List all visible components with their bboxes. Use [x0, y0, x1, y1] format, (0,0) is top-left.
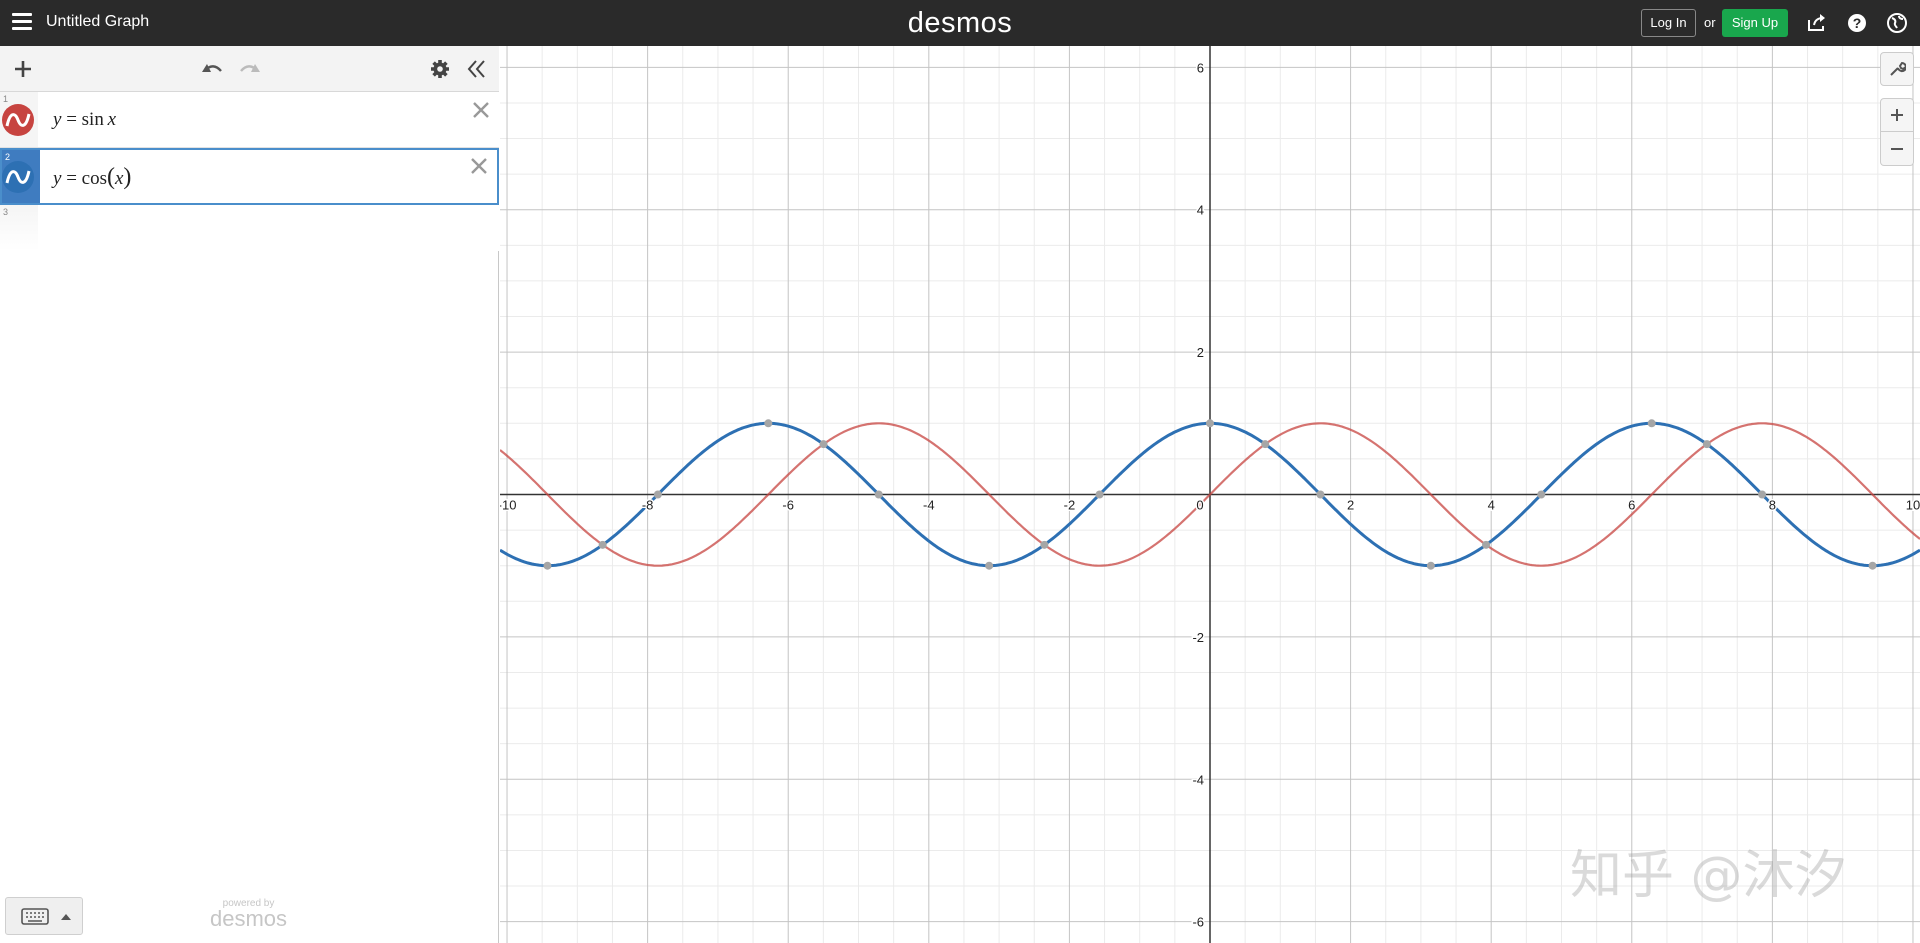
top-bar: Untitled Graph desmos Log In or Sign Up …: [0, 0, 1920, 46]
poi-point: [985, 561, 994, 570]
y-tick-label: -6: [1192, 915, 1204, 930]
keypad-toggle-button[interactable]: [5, 897, 83, 935]
expression-gutter: 1: [0, 92, 38, 147]
expression-formula[interactable]: y = sin x: [53, 109, 116, 131]
expression-panel: 1 y = sin x 2 y = cos(x) 3 powered by de…: [0, 46, 499, 943]
expression-index: 3: [3, 207, 9, 217]
poi-point: [1316, 490, 1325, 499]
expression-gutter: 2: [2, 150, 40, 203]
poi-point: [1758, 490, 1767, 499]
formula-func: sin: [81, 109, 104, 130]
powered-by-logo: desmos: [210, 906, 288, 931]
formula-func: cos: [81, 168, 107, 189]
expression-formula[interactable]: y = cos(x): [53, 164, 131, 191]
signup-button[interactable]: Sign Up: [1722, 9, 1788, 37]
or-label: or: [1704, 15, 1716, 30]
poi-point: [1095, 490, 1104, 499]
login-button[interactable]: Log In: [1641, 9, 1696, 37]
x-tick-label: -4: [923, 498, 935, 513]
powered-by-desmos[interactable]: powered by desmos: [210, 898, 288, 931]
y-tick-label: -4: [1192, 772, 1204, 787]
formula-equals: =: [61, 109, 82, 130]
x-tick-label: 2: [1347, 498, 1354, 513]
graph-title[interactable]: Untitled Graph: [46, 13, 149, 31]
y-tick-label: 2: [1197, 345, 1204, 360]
wave-icon[interactable]: [2, 104, 34, 136]
globe-icon[interactable]: [1886, 12, 1908, 34]
poi-point: [1040, 540, 1049, 549]
help-icon[interactable]: ?: [1846, 12, 1868, 34]
delete-expression-icon[interactable]: [471, 100, 491, 120]
expression-toolbar: [0, 46, 499, 92]
share-icon[interactable]: [1806, 12, 1828, 34]
zoom-in-button[interactable]: [1880, 98, 1914, 132]
poi-point: [598, 540, 607, 549]
plus-icon[interactable]: [12, 58, 34, 80]
expression-gutter: 3: [0, 205, 38, 251]
y-tick-label: -2: [1192, 630, 1204, 645]
x-tick-label: 10: [1906, 498, 1920, 513]
delete-expression-icon[interactable]: [469, 156, 489, 176]
poi-point: [764, 419, 773, 428]
desmos-logo: desmos: [907, 7, 1013, 39]
hamburger-menu-icon[interactable]: [12, 13, 32, 31]
formula-equals: =: [61, 168, 82, 189]
poi-point: [819, 440, 828, 449]
zoom-out-button[interactable]: [1880, 132, 1914, 166]
graph-canvas[interactable]: -10 -8 -6 -4 -2 0 2 4 6 8 10 6 4 2 -2 -4 -6: [500, 46, 1920, 943]
x-tick-label: -8: [642, 498, 654, 513]
collapse-panel-icon[interactable]: [466, 58, 488, 80]
poi-point: [1537, 490, 1546, 499]
poi-point: [1426, 561, 1435, 570]
poi-point: [1868, 561, 1877, 570]
wave-icon[interactable]: [2, 161, 34, 193]
formula-arg: x: [107, 109, 117, 130]
x-tick-label: 8: [1769, 498, 1776, 513]
keyboard-icon: [21, 908, 71, 925]
x-tick-label: -10: [500, 498, 516, 513]
expression-row-1[interactable]: 1 y = sin x: [0, 92, 499, 148]
expression-row-2[interactable]: 2 y = cos(x): [0, 148, 499, 205]
wrench-icon[interactable]: [1880, 52, 1914, 86]
poi-point: [1702, 440, 1711, 449]
poi-point: [1647, 419, 1656, 428]
svg-text:?: ?: [1853, 15, 1862, 31]
x-tick-label: 4: [1488, 498, 1495, 513]
undo-icon[interactable]: [200, 58, 224, 80]
poi-point: [1206, 419, 1214, 428]
y-tick-label: 4: [1197, 203, 1204, 218]
poi-point: [653, 490, 662, 499]
x-tick-label: -6: [782, 498, 794, 513]
expression-index: 1: [3, 94, 9, 104]
gear-icon[interactable]: [429, 58, 451, 80]
graph-controls: [1880, 52, 1914, 166]
x-tick-label: 6: [1628, 498, 1635, 513]
expression-row-3[interactable]: 3: [0, 205, 499, 251]
redo-icon[interactable]: [238, 58, 262, 80]
poi-point: [543, 561, 552, 570]
poi-point: [874, 490, 883, 499]
poi-point: [1261, 440, 1270, 449]
poi-point: [1482, 540, 1491, 549]
x-tick-label: 0: [1196, 498, 1203, 513]
x-tick-label: -2: [1064, 498, 1076, 513]
graph-paper[interactable]: -10 -8 -6 -4 -2 0 2 4 6 8 10 6 4 2 -2 -4 -6: [500, 46, 1920, 943]
y-tick-label: 6: [1197, 60, 1204, 75]
